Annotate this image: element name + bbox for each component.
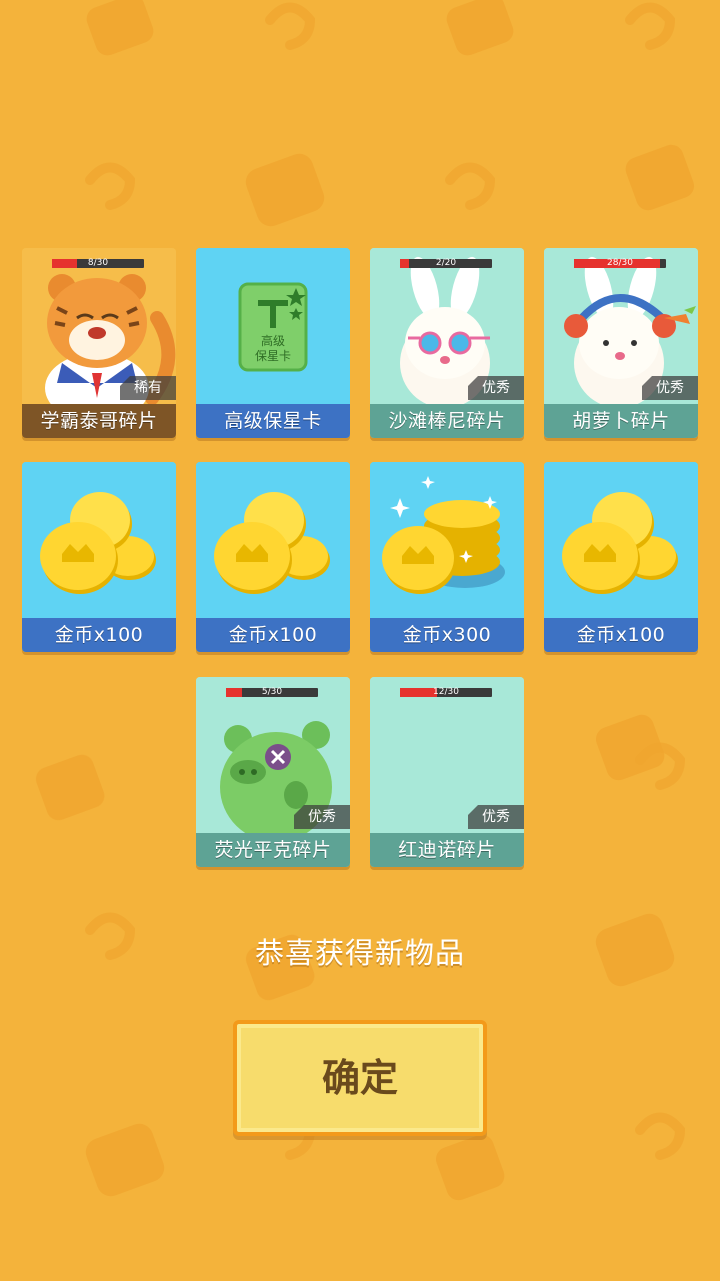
item-name: 金币x100 xyxy=(22,618,176,652)
reward-card-red-dino-fragment[interactable]: 12/30 优秀 红迪诺碎片 xyxy=(370,677,524,867)
reward-card-coins-100[interactable]: 金币x100 xyxy=(544,462,698,652)
item-name: 沙滩棒尼碎片 xyxy=(370,404,524,438)
rarity-badge: 稀有 xyxy=(120,376,176,400)
reward-card-pig-fragment[interactable]: 5/30 优秀 荧光平克碎片 xyxy=(196,677,350,867)
item-name: 红迪诺碎片 xyxy=(370,833,524,867)
progress-text: 12/30 xyxy=(433,687,459,697)
star-protect-card-icon xyxy=(196,248,350,404)
progress-text: 28/30 xyxy=(607,258,633,268)
reward-card-coins-300[interactable]: 金币x300 xyxy=(370,462,524,652)
gold-coins-icon xyxy=(544,462,698,618)
fragment-progress-bar: 8/30 xyxy=(52,258,144,268)
gold-coin-stack-icon xyxy=(370,462,524,618)
item-name: 高级保星卡 xyxy=(196,404,350,438)
rarity-badge: 优秀 xyxy=(468,805,524,829)
reward-card-star-protect[interactable]: 高级 保星卡 高级保星卡 xyxy=(196,248,350,438)
item-name: 金币x300 xyxy=(370,618,524,652)
reward-card-coins-100[interactable]: 金币x100 xyxy=(22,462,176,652)
gold-coins-icon xyxy=(22,462,176,618)
item-name: 胡萝卜碎片 xyxy=(544,404,698,438)
item-name: 金币x100 xyxy=(544,618,698,652)
reward-card-carrot-fragment[interactable]: 28/30 优秀 胡萝卜碎片 xyxy=(544,248,698,438)
fragment-progress-bar: 28/30 xyxy=(574,258,666,268)
fragment-progress-bar: 5/30 xyxy=(226,687,318,697)
confirm-button[interactable]: 确定 xyxy=(233,1020,487,1136)
reward-card-beach-bunny-fragment[interactable]: 2/20 优秀 沙滩棒尼碎片 xyxy=(370,248,524,438)
progress-text: 2/20 xyxy=(435,258,457,268)
item-name: 学霸泰哥碎片 xyxy=(22,404,176,438)
rarity-badge: 优秀 xyxy=(468,376,524,400)
congrats-message: 恭喜获得新物品 xyxy=(254,936,465,970)
gold-coins-icon xyxy=(196,462,350,618)
card-label: 高级 保星卡 xyxy=(254,334,291,363)
fragment-progress-bar: 2/20 xyxy=(400,258,492,268)
fragment-progress-bar: 12/30 xyxy=(400,687,492,697)
progress-text: 5/30 xyxy=(261,687,283,697)
item-name: 金币x100 xyxy=(196,618,350,652)
reward-card-coins-100[interactable]: 金币x100 xyxy=(196,462,350,652)
rarity-badge: 优秀 xyxy=(642,376,698,400)
rarity-badge: 优秀 xyxy=(294,805,350,829)
item-name: 荧光平克碎片 xyxy=(196,833,350,867)
reward-card-tiger-fragment[interactable]: 8/30 稀有 学霸泰哥碎片 xyxy=(22,248,176,438)
progress-text: 8/30 xyxy=(87,258,109,268)
